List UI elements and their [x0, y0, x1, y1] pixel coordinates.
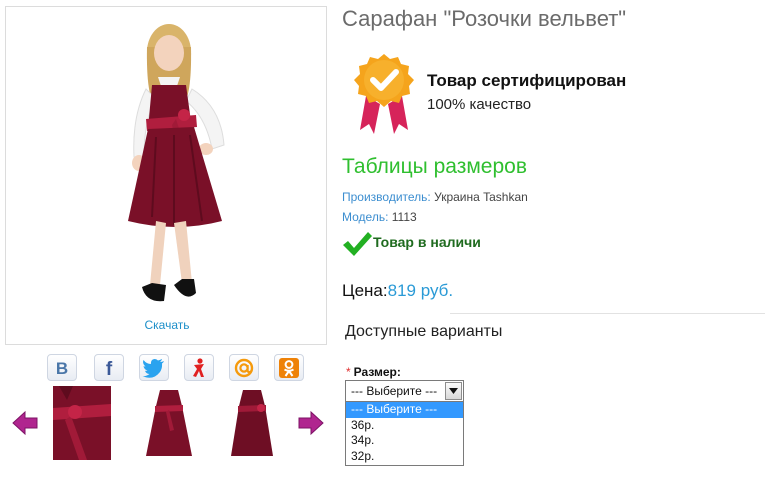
vkontakte-icon: В [56, 359, 68, 378]
size-option[interactable]: --- Выберите --- [346, 402, 463, 418]
size-option[interactable]: 32р. [346, 449, 463, 465]
product-title: Сарафан "Розочки вельвет" [342, 6, 627, 31]
size-table-link[interactable]: Таблицы размеров [342, 155, 527, 179]
price: Цена:819 руб. [342, 281, 453, 301]
manufacturer-line: Производитель: Украина Tashkan [342, 190, 528, 204]
share-yaru-button[interactable] [184, 354, 214, 381]
svg-text:В: В [56, 359, 68, 378]
facebook-icon: f [106, 359, 113, 379]
download-link[interactable]: Скачать [6, 318, 328, 332]
thumbnails-prev-arrow-icon[interactable] [11, 410, 39, 436]
price-label: Цена: [342, 281, 388, 300]
yaru-icon [193, 357, 204, 377]
thumbnail-2[interactable] [140, 386, 198, 460]
svg-text:f: f [106, 359, 113, 379]
odnoklassniki-icon [279, 357, 299, 378]
thumbnail-3[interactable] [223, 386, 281, 460]
product-main-image[interactable]: Скачать [5, 6, 327, 345]
size-option[interactable]: 36р. [346, 418, 463, 434]
manufacturer-value: Украина Tashkan [434, 190, 528, 204]
share-vkontakte-button[interactable]: В [47, 354, 77, 381]
twitter-icon [142, 358, 164, 378]
certificate-title: Товар сертифицирован [427, 71, 627, 90]
variants-title: Доступные варианты [345, 323, 503, 340]
thumbnails-next-arrow-icon[interactable] [297, 410, 325, 436]
share-facebook-button[interactable]: f [94, 354, 124, 381]
checkmark-icon [343, 232, 372, 256]
model-label: Модель: [342, 210, 389, 224]
mailru-icon [234, 358, 254, 377]
size-option[interactable]: 34р. [346, 433, 463, 449]
divider [450, 313, 765, 314]
certified-badge-icon [354, 54, 414, 134]
model-value: 1113 [391, 210, 417, 224]
stock-label: Товар в наличи [373, 234, 481, 250]
share-odnoklassniki-button[interactable] [274, 354, 304, 381]
price-value: 819 руб. [387, 281, 454, 300]
size-label: * Размер: [346, 365, 401, 379]
certificate-subtitle: 100% качество [427, 96, 532, 113]
manufacturer-label[interactable]: Производитель: [342, 190, 431, 204]
share-twitter-button[interactable] [139, 354, 169, 381]
size-options-list: --- Выберите --- 36р. 34р. 32р. [345, 401, 464, 466]
model-line: Модель: 1113 [342, 210, 417, 224]
chevron-down-icon[interactable] [445, 382, 462, 400]
size-select[interactable]: --- Выберите --- [345, 380, 464, 402]
size-select-value: --- Выберите --- [351, 384, 438, 398]
required-mark: * [346, 365, 351, 379]
size-label-text: Размер: [353, 365, 401, 379]
thumbnail-1[interactable] [53, 386, 111, 460]
product-photo [128, 24, 225, 302]
share-mailru-button[interactable] [229, 354, 259, 381]
